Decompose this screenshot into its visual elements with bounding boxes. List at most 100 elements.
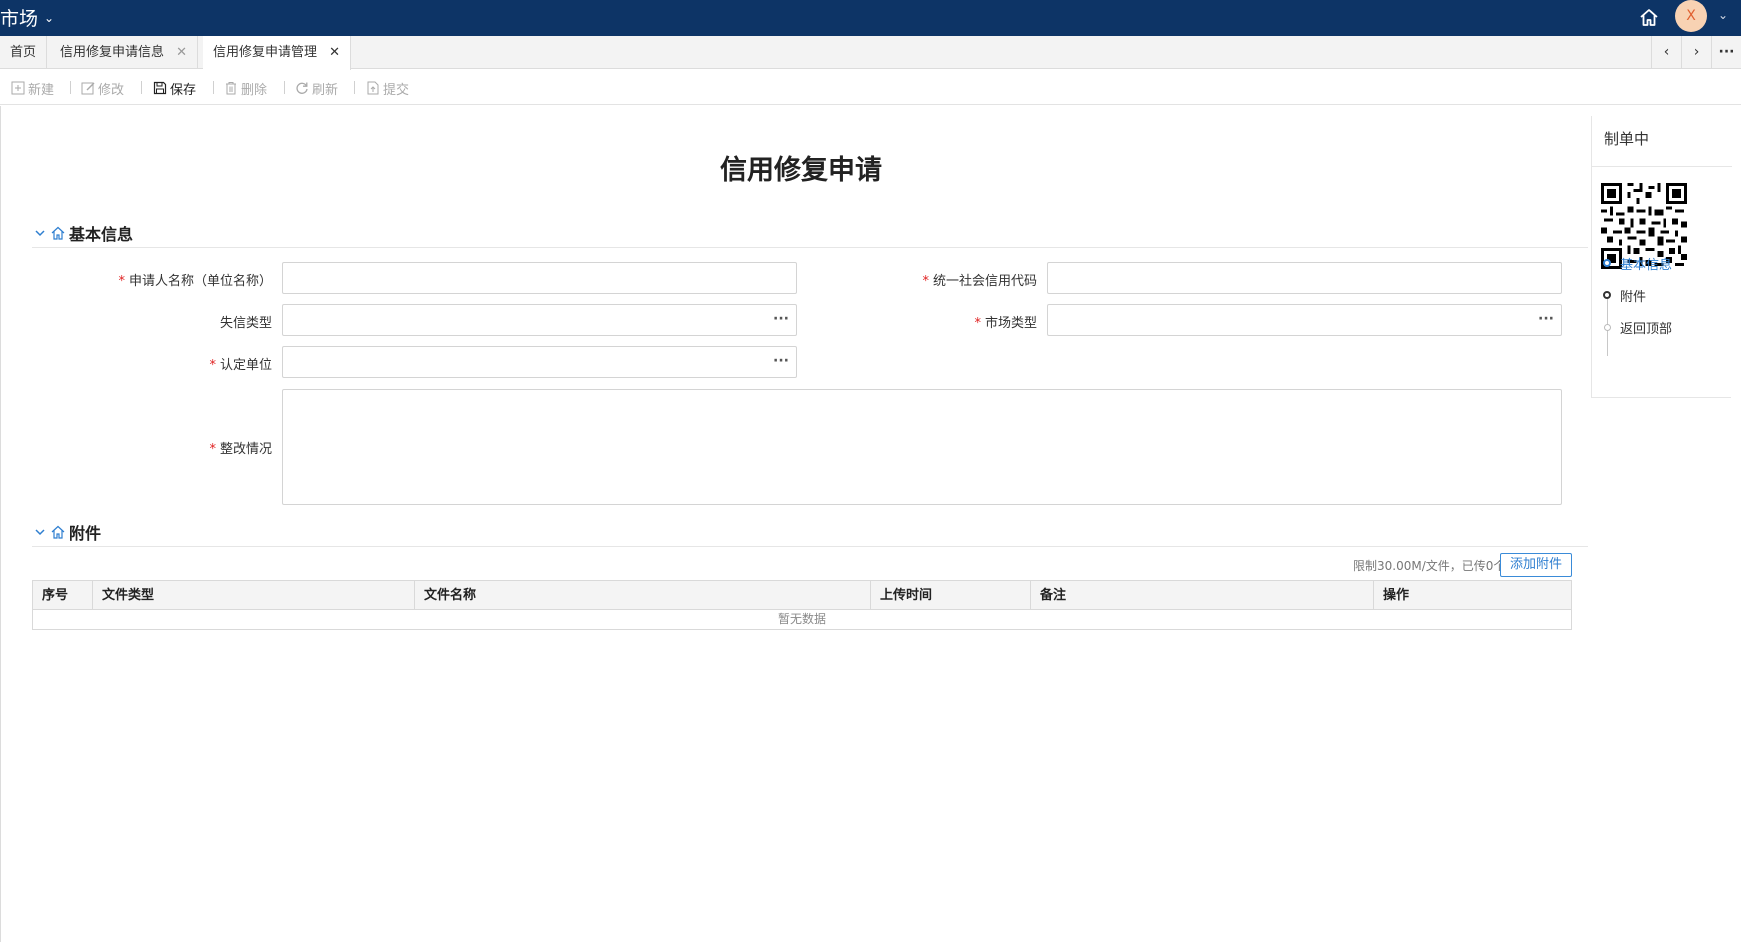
section-basic-info-title: 基本信息 <box>69 224 134 244</box>
add-attachment-button[interactable]: 添加附件 <box>1500 553 1572 577</box>
chevron-down-icon: ⌄ <box>44 10 55 25</box>
submit-button-label: 提交 <box>383 82 410 98</box>
plus-square-icon <box>11 81 25 95</box>
applicant-name-label-text: 申请人名称（单位名称） <box>128 274 272 289</box>
required-marker: * <box>209 442 216 457</box>
edit-icon <box>81 82 95 95</box>
anchor-dot <box>1604 323 1611 331</box>
delete-button-label: 删除 <box>241 82 268 98</box>
save-icon <box>153 81 167 95</box>
rectification-label-text: 整改情况 <box>219 442 272 457</box>
certifying-unit-label: * 认定单位 <box>61 354 272 373</box>
delete-button[interactable]: 删除 <box>224 79 268 98</box>
tab-credit-repair-manage[interactable]: 信用修复申请管理 ✕ <box>203 36 352 70</box>
section-basic-info-header[interactable]: 基本信息 <box>32 218 1588 248</box>
chevron-down-icon[interactable] <box>32 225 48 241</box>
tab-credit-repair-info[interactable]: 信用修复申请信息 ✕ <box>50 36 199 69</box>
more-icon[interactable]: ··· <box>773 353 789 369</box>
table-header-row: 序号 文件类型 文件名称 上传时间 备注 操作 <box>33 581 1571 610</box>
close-icon[interactable]: ✕ <box>176 45 187 60</box>
section-attachments-title: 附件 <box>69 523 102 543</box>
required-marker: * <box>922 274 929 289</box>
save-button[interactable]: 保存 <box>153 79 197 98</box>
anchor-label: 基本信息 <box>1620 257 1673 273</box>
column-header-actions[interactable]: 操作 <box>1374 581 1571 610</box>
submit-button[interactable]: 提交 <box>366 79 410 98</box>
top-navbar: 市场 ⌄ X ⌄ <box>0 0 1741 36</box>
toolbar-divider <box>70 81 71 94</box>
required-marker: * <box>118 274 125 289</box>
more-icon[interactable]: ··· <box>1538 311 1554 327</box>
user-avatar[interactable]: X <box>1675 0 1707 32</box>
tab-scroll-right-icon[interactable]: › <box>1681 36 1711 69</box>
tab-home[interactable]: 首页 <box>0 36 48 69</box>
credit-code-label: * 统一社会信用代码 <box>801 270 1037 289</box>
market-type-label-text: 市场类型 <box>984 316 1037 331</box>
close-icon[interactable]: ✕ <box>329 45 340 60</box>
edit-button-label: 修改 <box>98 82 125 98</box>
anchor-basic-info[interactable]: 基本信息 <box>1603 254 1673 273</box>
anchor-label: 返回顶部 <box>1620 321 1673 337</box>
account-chevron-down-icon[interactable]: ⌄ <box>1718 8 1728 22</box>
toolbar-divider <box>354 81 355 94</box>
credit-code-label-text: 统一社会信用代码 <box>932 274 1037 289</box>
module-switcher[interactable]: 市场 ⌄ <box>0 4 54 31</box>
rectification-textarea[interactable] <box>282 389 1562 505</box>
upload-limit-note: 限制30.00M/文件，已传0个 <box>1353 559 1506 573</box>
applicant-name-label: * 申请人名称（单位名称） <box>61 270 272 289</box>
side-panel: 制单中 基本信息 附件 返回顶部 <box>1591 116 1732 398</box>
column-header-index[interactable]: 序号 <box>33 581 93 610</box>
refresh-icon <box>296 82 308 94</box>
tab-label: 首页 <box>10 45 37 60</box>
required-marker: * <box>209 358 216 373</box>
divider <box>1592 166 1732 167</box>
rectification-label: * 整改情况 <box>61 438 272 457</box>
anchor-dot <box>1603 259 1611 267</box>
section-attachments-header[interactable]: 附件 <box>32 517 1588 547</box>
page-title: 信用修复申请 <box>720 155 882 186</box>
form-main: 信用修复申请 基本信息 * 申请人名称（单位名称） * 统一社会信用代码 失信类型 … <box>0 106 1590 942</box>
required-marker: * <box>974 316 981 331</box>
refresh-button-label: 刷新 <box>312 82 339 98</box>
dishonesty-type-label: 失信类型 <box>61 312 272 331</box>
dishonesty-type-picker[interactable]: ··· <box>282 304 797 336</box>
tab-more-icon[interactable]: ··· <box>1711 36 1741 69</box>
market-type-label: * 市场类型 <box>801 312 1037 331</box>
home-icon <box>51 226 65 240</box>
toolbar-divider <box>213 81 214 94</box>
applicant-name-input[interactable] <box>282 262 797 294</box>
dishonesty-type-label-text: 失信类型 <box>219 316 272 331</box>
toolbar-divider <box>141 81 142 94</box>
anchor-dot <box>1603 291 1611 299</box>
column-header-upload-time[interactable]: 上传时间 <box>871 581 1031 610</box>
credit-code-input[interactable] <box>1047 262 1562 294</box>
toolbar-divider <box>284 81 285 94</box>
attachments-table: 序号 文件类型 文件名称 上传时间 备注 操作 暂无数据 <box>32 580 1572 630</box>
more-icon[interactable]: ··· <box>773 311 789 327</box>
column-header-remark[interactable]: 备注 <box>1031 581 1374 610</box>
tab-label: 信用修复申请信息 <box>60 45 165 60</box>
home-icon <box>51 525 65 539</box>
tab-scroll-left-icon[interactable]: ‹ <box>1651 36 1681 69</box>
refresh-button[interactable]: 刷新 <box>295 79 339 98</box>
new-button[interactable]: 新建 <box>11 79 55 98</box>
anchor-attachments[interactable]: 附件 <box>1603 286 1647 305</box>
certifying-unit-picker[interactable]: ··· <box>282 346 797 378</box>
home-icon[interactable] <box>1637 6 1661 30</box>
column-header-file-name[interactable]: 文件名称 <box>415 581 871 610</box>
column-header-file-type[interactable]: 文件类型 <box>93 581 415 610</box>
chevron-down-icon[interactable] <box>32 524 48 540</box>
tab-label: 信用修复申请管理 <box>213 45 318 60</box>
edit-button[interactable]: 修改 <box>81 79 125 98</box>
trash-icon <box>226 82 236 95</box>
certifying-unit-label-text: 认定单位 <box>219 358 272 373</box>
save-button-label: 保存 <box>170 82 197 98</box>
market-type-picker[interactable]: ··· <box>1047 304 1562 336</box>
tab-bar: 首页 信用修复申请信息 ✕ 信用修复申请管理 ✕ ‹ › ··· <box>0 36 1741 70</box>
table-empty-text: 暂无数据 <box>777 612 826 626</box>
anchor-back-to-top[interactable]: 返回顶部 <box>1604 318 1673 337</box>
module-title: 市场 <box>0 8 39 30</box>
document-status: 制单中 <box>1604 130 1650 148</box>
new-button-label: 新建 <box>28 82 55 98</box>
anchor-label: 附件 <box>1620 289 1647 305</box>
